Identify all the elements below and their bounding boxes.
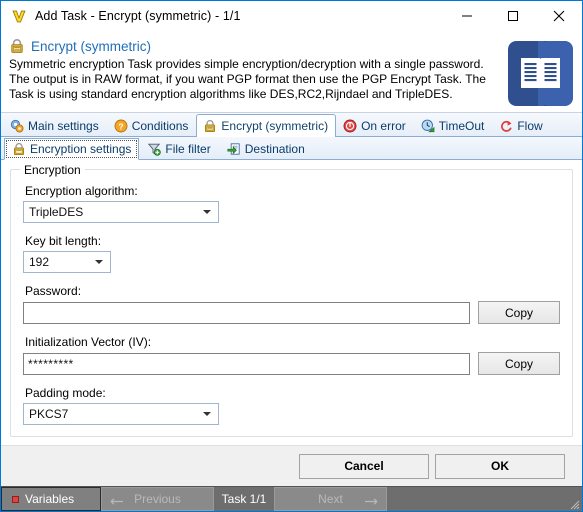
chevron-down-icon	[203, 412, 211, 416]
flow-arrow-icon	[499, 119, 513, 133]
tab-label: Conditions	[131, 118, 189, 133]
tab-label: Destination	[244, 142, 305, 156]
padding-mode-label: Padding mode:	[25, 386, 106, 400]
tab-encryption-settings[interactable]: Encryption settings	[4, 138, 140, 160]
task-header: Encrypt (symmetric) Symmetric encryption…	[1, 32, 582, 113]
password-copy-button[interactable]: Copy	[478, 301, 560, 324]
tab-label: TimeOut	[438, 118, 485, 133]
password-row: Copy	[23, 301, 560, 324]
task-counter: Task 1/1	[214, 487, 274, 511]
key-bit-length-select[interactable]: 192	[23, 251, 111, 273]
gears-icon	[10, 119, 24, 133]
variables-label: Variables	[25, 492, 75, 506]
task-description: Symmetric encryption Task provides simpl…	[9, 57, 486, 101]
encryption-algorithm-select[interactable]: TripleDES	[23, 201, 219, 223]
maximize-button[interactable]	[490, 1, 536, 31]
tab-timeout[interactable]: TimeOut	[414, 114, 493, 136]
previous-label: Previous	[134, 492, 181, 506]
tab-file-filter[interactable]: File filter	[139, 138, 218, 159]
tab-flow[interactable]: Flow	[492, 114, 550, 136]
variables-button[interactable]: Variables	[1, 487, 101, 511]
padlock-icon	[9, 38, 25, 54]
initialization-vector-label: Initialization Vector (IV):	[25, 335, 152, 349]
task-title: Encrypt (symmetric)	[31, 38, 152, 54]
minimize-button[interactable]	[444, 1, 490, 31]
cancel-button[interactable]: Cancel	[299, 453, 429, 479]
padlock-icon	[12, 142, 26, 156]
task-header-line: Encrypt (symmetric)	[9, 38, 572, 54]
chevron-down-icon	[95, 260, 103, 264]
svg-text:?: ?	[118, 121, 123, 131]
secondary-tab-strip: Encryption settings File filter Destinat…	[1, 137, 582, 160]
ok-button[interactable]: OK	[435, 453, 565, 479]
v-logo-icon	[10, 7, 28, 25]
add-task-dialog: Add Task - Encrypt (symmetric) - 1/1 Enc…	[0, 0, 583, 512]
tab-label: Encryption settings	[30, 142, 132, 156]
tab-encrypt-symmetric[interactable]: Encrypt (symmetric)	[196, 114, 337, 137]
next-label: Next	[318, 492, 343, 506]
password-label: Password:	[25, 284, 82, 298]
padding-mode-value: PKCS7	[29, 407, 69, 421]
encryption-algorithm-label: Encryption algorithm:	[25, 184, 138, 198]
password-input[interactable]	[23, 301, 471, 324]
initialization-vector-row: ********* Copy	[23, 352, 560, 375]
tab-destination[interactable]: Destination	[219, 138, 313, 159]
clock-refresh-icon	[421, 119, 435, 133]
arrow-right-icon	[364, 495, 380, 505]
padlock-icon	[203, 119, 217, 133]
funnel-plus-icon	[147, 142, 162, 156]
error-circle-icon	[343, 119, 357, 133]
encryption-settings-panel: Encryption Encryption algorithm: TripleD…	[1, 160, 582, 445]
close-button[interactable]	[536, 1, 582, 31]
status-bar: Variables Previous Task 1/1 Next	[1, 486, 582, 511]
initialization-vector-copy-button[interactable]: Copy	[478, 352, 560, 375]
primary-tab-strip: Main settings ? Conditions Encrypt (symm…	[1, 113, 582, 137]
encryption-algorithm-value: TripleDES	[29, 205, 84, 219]
tab-main-settings[interactable]: Main settings	[3, 114, 107, 136]
tab-label: On error	[361, 118, 406, 133]
tab-conditions[interactable]: ? Conditions	[107, 114, 197, 136]
groupbox-legend: Encryption	[20, 163, 85, 177]
tab-label: Main settings	[28, 118, 99, 133]
arrow-left-icon	[108, 495, 124, 505]
next-button[interactable]: Next	[274, 487, 387, 511]
key-bit-length-label: Key bit length:	[25, 234, 102, 248]
tab-label: File filter	[165, 142, 211, 156]
tab-label: Flow	[517, 118, 543, 133]
tab-on-error[interactable]: On error	[336, 114, 414, 136]
open-book-icon	[508, 41, 573, 106]
padding-mode-select[interactable]: PKCS7	[23, 403, 219, 425]
title-bar: Add Task - Encrypt (symmetric) - 1/1	[1, 1, 582, 32]
tab-label: Encrypt (symmetric)	[221, 119, 329, 133]
key-bit-length-value: 192	[29, 255, 50, 269]
chevron-down-icon	[203, 210, 211, 214]
encryption-groupbox: Encryption Encryption algorithm: TripleD…	[10, 163, 573, 437]
previous-button[interactable]: Previous	[101, 487, 214, 511]
export-arrow-icon	[227, 142, 241, 156]
task-counter-label: Task 1/1	[221, 492, 267, 506]
initialization-vector-input[interactable]: *********	[23, 352, 471, 375]
dialog-button-bar: Cancel OK	[1, 445, 582, 486]
question-mark-icon: ?	[114, 119, 128, 133]
window-title: Add Task - Encrypt (symmetric) - 1/1	[35, 9, 241, 23]
resize-grip-icon[interactable]	[567, 497, 580, 510]
red-square-icon	[12, 495, 19, 503]
